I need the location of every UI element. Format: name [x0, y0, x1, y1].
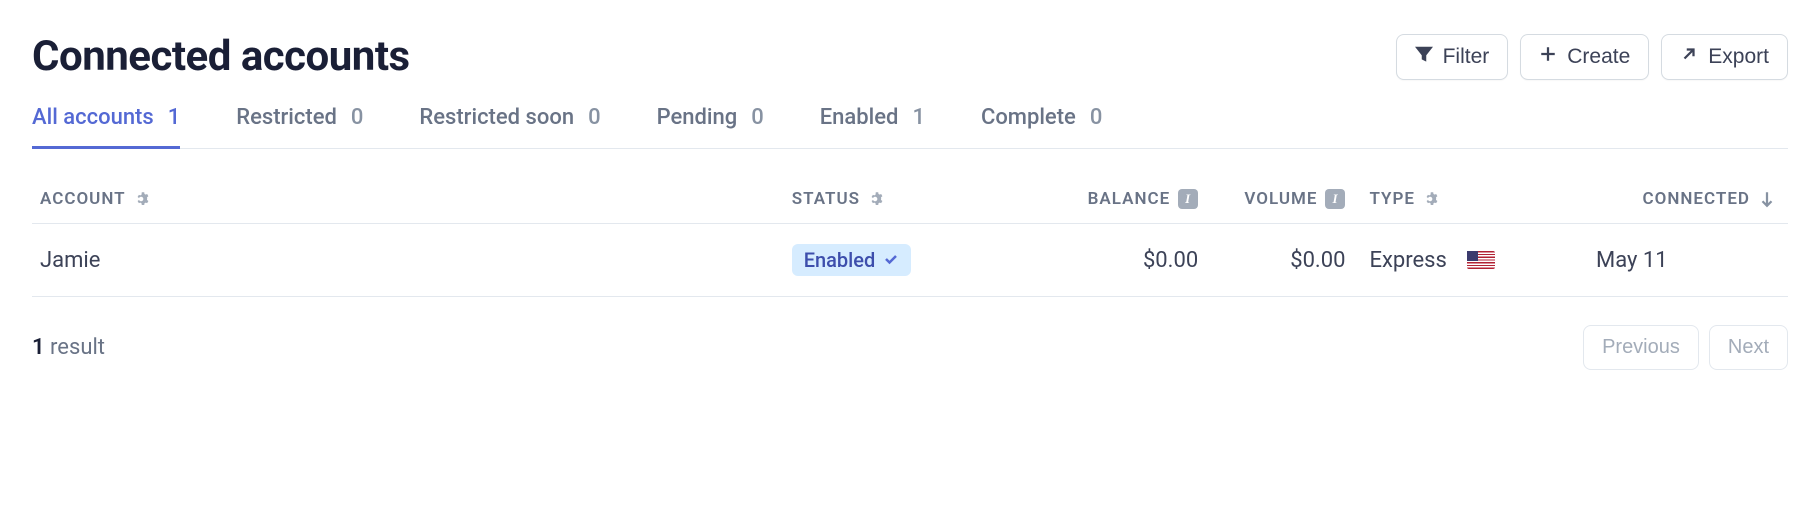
previous-button[interactable]: Previous — [1583, 325, 1699, 370]
col-header-label: VOLUME — [1244, 189, 1317, 209]
table-row[interactable]: Jamie Enabled $0.00 $0.00 Express May 11 — [32, 224, 1788, 297]
status-badge: Enabled — [792, 244, 912, 276]
cell-type: Express — [1357, 224, 1584, 297]
result-count-number: 1 — [32, 335, 45, 360]
create-button[interactable]: Create — [1520, 34, 1649, 80]
export-button[interactable]: Export — [1661, 34, 1788, 80]
filter-icon — [1415, 45, 1433, 69]
tab-label: All accounts — [32, 105, 154, 130]
next-button[interactable]: Next — [1709, 325, 1788, 370]
cell-connected: May 11 — [1584, 224, 1788, 297]
col-header-connected[interactable]: CONNECTED — [1584, 189, 1788, 224]
col-header-label: ACCOUNT — [40, 189, 126, 209]
cell-balance: $0.00 — [1006, 224, 1210, 297]
col-header-label: TYPE — [1369, 189, 1415, 209]
col-header-label: CONNECTED — [1643, 189, 1750, 209]
cell-status: Enabled — [780, 224, 1007, 297]
tab-count: 0 — [751, 105, 764, 130]
col-header-volume[interactable]: VOLUME i — [1210, 189, 1357, 224]
page-title: Connected accounts — [32, 32, 410, 81]
tab-label: Restricted soon — [419, 105, 574, 130]
check-icon — [883, 248, 899, 272]
create-button-label: Create — [1567, 45, 1630, 69]
tab-enabled[interactable]: Enabled 1 — [820, 105, 925, 149]
col-header-label: STATUS — [792, 189, 860, 209]
export-button-label: Export — [1708, 45, 1769, 69]
accounts-table: ACCOUNT STATUS BALANCE i — [32, 189, 1788, 297]
tab-count: 1 — [168, 105, 181, 130]
tab-count: 1 — [912, 105, 925, 130]
tab-count: 0 — [1090, 105, 1103, 130]
col-header-type[interactable]: TYPE — [1357, 189, 1584, 224]
tab-count: 0 — [588, 105, 601, 130]
result-count: 1 result — [32, 335, 105, 360]
gear-icon — [134, 190, 152, 208]
tab-restricted[interactable]: Restricted 0 — [236, 105, 363, 149]
tab-all-accounts[interactable]: All accounts 1 — [32, 105, 180, 149]
col-header-label: BALANCE — [1088, 189, 1171, 209]
header-actions: Filter Create Export — [1396, 34, 1788, 80]
tab-complete[interactable]: Complete 0 — [981, 105, 1102, 149]
tabs: All accounts 1 Restricted 0 Restricted s… — [32, 105, 1788, 149]
arrow-down-icon — [1758, 190, 1776, 208]
plus-icon — [1539, 45, 1557, 69]
cell-account: Jamie — [32, 224, 780, 297]
col-header-account[interactable]: ACCOUNT — [32, 189, 780, 224]
tab-label: Complete — [981, 105, 1076, 130]
export-icon — [1680, 45, 1698, 69]
col-header-balance[interactable]: BALANCE i — [1006, 189, 1210, 224]
tab-count: 0 — [351, 105, 364, 130]
status-badge-label: Enabled — [804, 248, 876, 272]
cell-type-label: Express — [1369, 248, 1446, 273]
tab-label: Pending — [657, 105, 738, 130]
us-flag-icon — [1467, 251, 1495, 269]
filter-button-label: Filter — [1443, 45, 1490, 69]
gear-icon — [1423, 190, 1441, 208]
info-icon: i — [1325, 189, 1345, 209]
tab-label: Enabled — [820, 105, 899, 130]
gear-icon — [868, 190, 886, 208]
filter-button[interactable]: Filter — [1396, 34, 1509, 80]
cell-volume: $0.00 — [1210, 224, 1357, 297]
info-icon: i — [1178, 189, 1198, 209]
tab-label: Restricted — [236, 105, 337, 130]
pager: Previous Next — [1583, 325, 1788, 370]
result-count-label: result — [50, 335, 105, 360]
tab-restricted-soon[interactable]: Restricted soon 0 — [419, 105, 600, 149]
tab-pending[interactable]: Pending 0 — [657, 105, 764, 149]
col-header-status[interactable]: STATUS — [780, 189, 1007, 224]
